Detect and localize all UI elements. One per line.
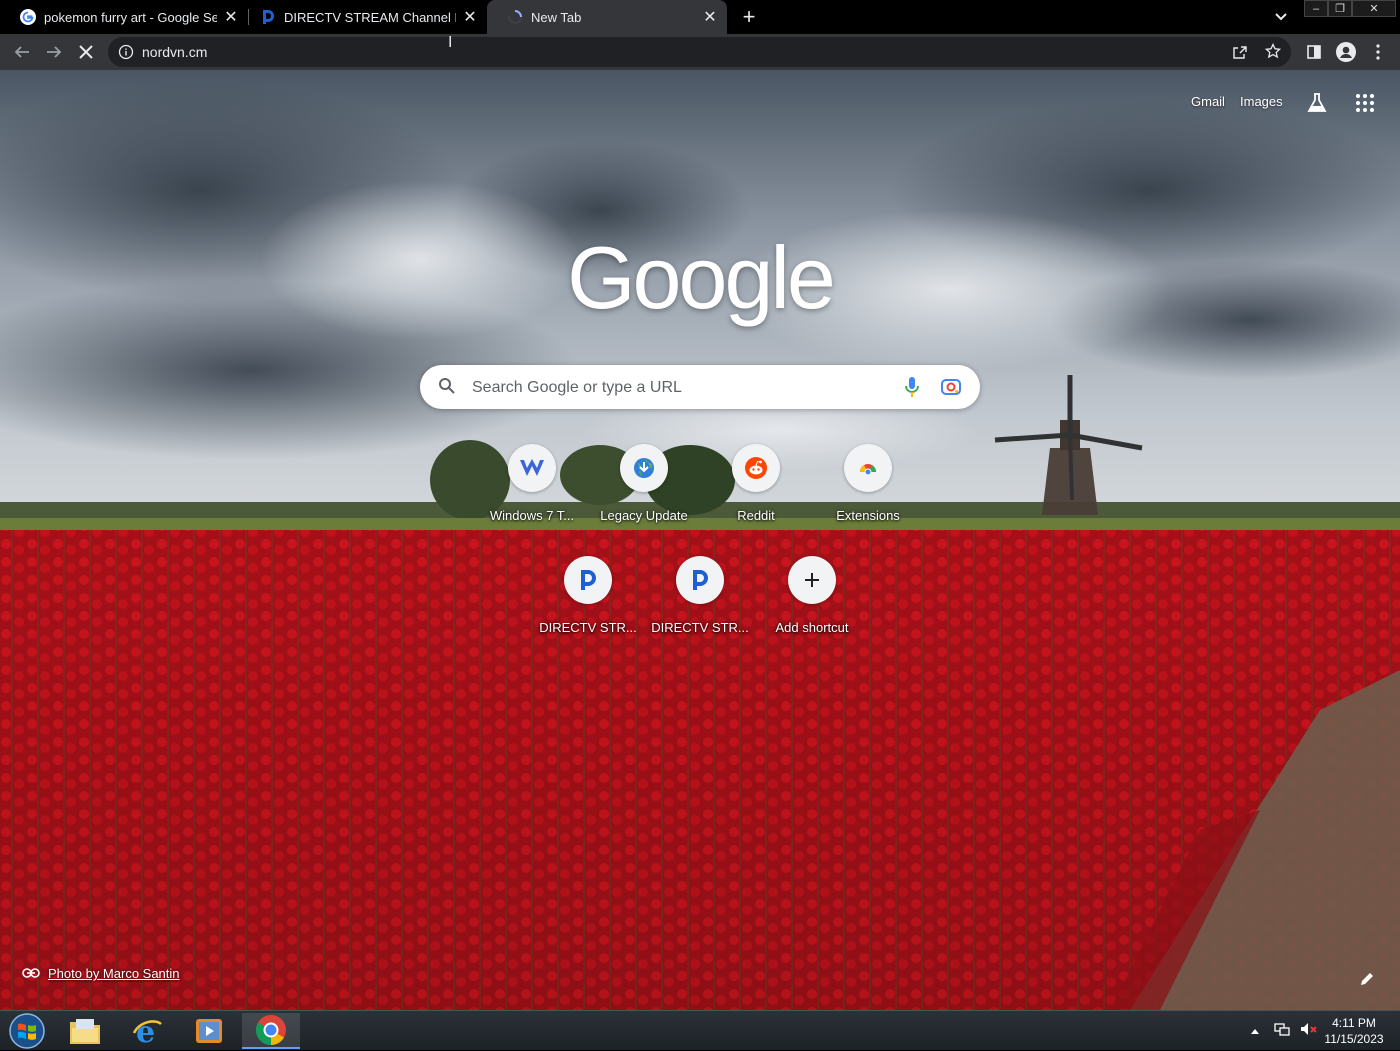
link-icon [22, 966, 40, 981]
shortcut-tile[interactable]: DIRECTV STR... [644, 556, 756, 668]
address-bar[interactable]: nordvn.cm [108, 37, 1291, 67]
more-menu-icon[interactable] [1366, 40, 1390, 64]
tab-title: New Tab [531, 9, 582, 25]
internet-explorer-icon: e [132, 1015, 162, 1047]
tab-strip: pokemon furry art - Google Sear ✕ DIRECT… [0, 0, 1400, 34]
shortcut-label: Legacy Update [600, 508, 688, 523]
images-link[interactable]: Images [1240, 94, 1283, 109]
plus-icon [788, 556, 836, 604]
close-window-button[interactable]: ✕ [1352, 0, 1396, 17]
photo-credit-text: Photo by Marco Santin [48, 966, 180, 981]
show-hidden-icons-icon[interactable] [1250, 1022, 1260, 1040]
shortcut-label: Windows 7 T... [489, 508, 575, 523]
close-tab-icon[interactable]: ✕ [702, 9, 718, 26]
bookmark-star-icon[interactable] [1264, 42, 1282, 64]
gmail-link[interactable]: Gmail [1191, 94, 1225, 109]
network-icon[interactable] [1274, 1022, 1290, 1041]
clock-time: 4:11 PM [1332, 1016, 1376, 1030]
forward-arrow-icon[interactable] [42, 40, 66, 64]
shortcut-tile[interactable]: Windows 7 T... [476, 444, 588, 556]
shortcut-label: DIRECTV STR... [539, 620, 637, 635]
share-icon[interactable] [1232, 44, 1248, 65]
new-tab-page: Gmail Images Google Windows 7 T... [0, 70, 1400, 1010]
shortcut-tile[interactable]: Reddit [700, 444, 812, 556]
customize-pencil-icon[interactable] [1356, 968, 1378, 990]
shortcut-tile[interactable]: DIRECTV STR... [532, 556, 644, 668]
browser-toolbar: nordvn.cm [0, 34, 1400, 70]
media-player-icon [196, 1019, 222, 1043]
google-lens-camera-icon[interactable] [940, 376, 962, 403]
start-button[interactable] [0, 1013, 54, 1049]
close-tab-icon[interactable]: ✕ [462, 9, 478, 26]
media-player-taskbar-button[interactable] [180, 1013, 238, 1049]
tab-title: DIRECTV STREAM Channel Lineup [284, 9, 456, 25]
address-url: nordvn.cm [142, 44, 208, 60]
system-tray [1250, 1011, 1318, 1051]
text-cursor-icon: I [448, 34, 453, 51]
shortcut-label: Reddit [737, 508, 775, 523]
close-tab-icon[interactable]: ✕ [223, 9, 239, 26]
windows-start-orb-icon [9, 1013, 45, 1049]
directv-icon [676, 556, 724, 604]
chrome-extensions-icon [844, 444, 892, 492]
voice-search-mic-icon[interactable] [904, 376, 920, 403]
search-icon [438, 377, 456, 400]
clock-date: 11/15/2023 [1324, 1032, 1384, 1046]
google-g-icon [20, 9, 36, 25]
shortcut-tile[interactable]: Legacy Update [588, 444, 700, 556]
shortcut-tile[interactable]: Extensions [812, 444, 924, 556]
tab-directv[interactable]: DIRECTV STREAM Channel Lineup ✕ [240, 0, 487, 34]
folder-icon [70, 1019, 100, 1044]
reddit-icon [732, 444, 780, 492]
loading-spinner-icon [507, 9, 523, 25]
search-input[interactable] [470, 374, 894, 402]
new-tab-button[interactable]: + [737, 4, 761, 29]
file-explorer-taskbar-button[interactable] [56, 1013, 114, 1049]
stop-loading-icon[interactable] [74, 40, 98, 64]
add-shortcut-button[interactable]: Add shortcut [756, 556, 868, 668]
svg-text:e: e [136, 1015, 155, 1047]
google-apps-grid-icon[interactable] [1355, 93, 1375, 118]
windows7-tools-icon [508, 444, 556, 492]
chrome-icon [255, 1015, 286, 1045]
labs-flask-icon[interactable] [1306, 92, 1328, 119]
chrome-taskbar-button[interactable] [242, 1013, 300, 1049]
legacy-update-globe-icon [620, 444, 668, 492]
taskbar-clock[interactable]: 4:11 PM 11/15/2023 [1316, 1015, 1392, 1047]
tab-title: pokemon furry art - Google Sear [44, 9, 217, 25]
photo-credit-link[interactable]: Photo by Marco Santin [22, 966, 180, 981]
tab-search-chevron-icon[interactable] [1271, 7, 1291, 27]
site-info-icon[interactable] [118, 44, 134, 65]
restore-button[interactable]: ❐ [1328, 0, 1352, 17]
windows-taskbar: e 4:11 PM 11/15/2023 [0, 1010, 1400, 1050]
shortcut-label: Extensions [836, 508, 900, 523]
shortcut-label: DIRECTV STR... [651, 620, 749, 635]
minimize-button[interactable]: ‒ [1304, 0, 1328, 17]
google-logo: Google [567, 228, 836, 327]
shortcut-label: Add shortcut [775, 620, 849, 635]
profile-avatar-icon[interactable] [1334, 40, 1358, 64]
tab-new-tab[interactable]: New Tab ✕ [487, 0, 727, 34]
directv-icon [564, 556, 612, 604]
side-panel-icon[interactable] [1302, 40, 1326, 64]
back-arrow-icon[interactable] [10, 40, 34, 64]
tab-google-search[interactable]: pokemon furry art - Google Sear ✕ [0, 0, 248, 34]
internet-explorer-taskbar-button[interactable]: e [118, 1013, 176, 1049]
search-box[interactable] [420, 365, 980, 409]
directv-icon [260, 9, 276, 25]
